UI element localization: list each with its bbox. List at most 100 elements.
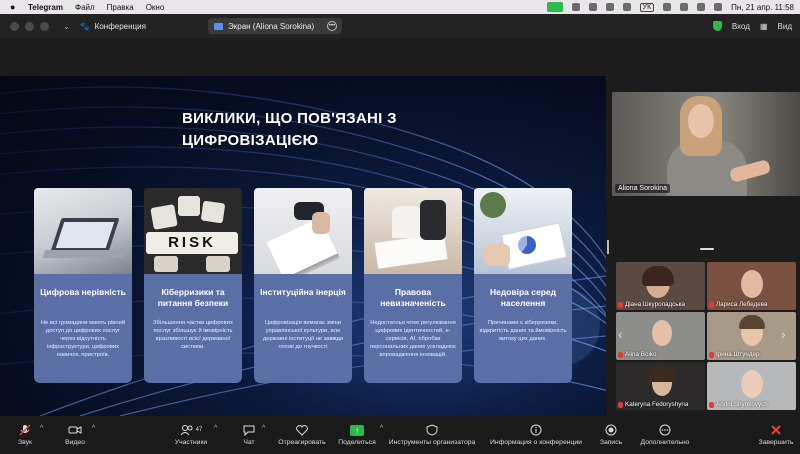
more-options-icon[interactable]: ••• [327,21,337,31]
screen-share-icon [214,22,223,30]
share-button[interactable]: ↑ Поделиться [336,416,378,454]
screen-share-indicator[interactable]: Экран (Aliona Sorokina) ••• [208,18,342,34]
siri-icon[interactable] [714,3,723,11]
challenge-card-text: Не всі громадяни мають рівний доступ до … [40,320,126,358]
shared-slide: ВИКЛИКИ, ЩО ПОВ'ЯЗАНІ З ЦИФРОВІЗАЦІЄЮ Ци… [0,76,606,416]
challenge-card-panel: Кіберризики та питання безпеки Збільшенн… [144,274,242,383]
participant-name: Ірина Штундер [709,351,760,358]
risk-dice-photo: RISK [144,188,242,274]
video-options-chevron-icon[interactable]: ^ [92,425,95,432]
status-icon[interactable] [571,3,580,11]
slide-title: ВИКЛИКИ, ЩО ПОВ'ЯЗАНІ З ЦИФРОВІЗАЦІЄЮ [182,110,397,149]
menu-edit[interactable]: Правка [107,3,134,12]
participants-options-chevron-icon[interactable]: ^ [214,425,217,432]
participant-tile[interactable]: Діана Шкуропадська [616,262,705,310]
participants-button[interactable]: 47 Участники [168,416,214,454]
audio-button[interactable]: Звук [10,416,40,454]
status-icon[interactable] [605,3,614,11]
minimize-window-button[interactable] [25,21,34,31]
meeting-info-label: Информация о конференции [490,439,582,446]
status-icon[interactable] [588,3,597,11]
participant-name: Лариса Лебедева [709,301,767,308]
participant-tile[interactable]: Лариса Лебедева [707,262,796,310]
info-icon [530,424,542,436]
challenge-card-text: Причинами є кіберризики, відкритість дан… [479,320,567,342]
window-titlebar: ⌄ 🐾 Конференция Экран (Aliona Sorokina) … [0,14,800,38]
chevron-down-icon[interactable]: ⌄ [63,22,70,31]
menubar-clock[interactable]: Пн, 21 апр. 11:58 [731,3,794,12]
wifi-icon[interactable] [663,3,672,11]
gallery-resize-handle[interactable] [700,248,714,250]
challenge-card: RISK Кіберризики та питання безпеки Збіл… [144,188,242,383]
record-icon [605,424,617,436]
panel-resize-handle[interactable] [607,240,609,254]
view-button[interactable]: Вид [778,22,792,31]
record-button[interactable]: Запись [598,416,624,454]
apple-icon[interactable]: ● [10,2,18,12]
more-button[interactable]: Дополнительно [638,416,692,454]
challenge-card-text: Збільшення частки цифрових послуг збільш… [153,320,233,350]
menu-file[interactable]: Файл [75,3,95,12]
more-icon [659,424,671,436]
close-window-button[interactable] [10,21,19,31]
react-button[interactable]: Отреагировать [276,416,328,454]
gallery-next-icon[interactable]: › [781,326,786,342]
mic-muted-icon [618,301,623,308]
documents-photo [254,188,352,274]
challenge-card-panel: Цифрова нерівність Не всі громадяни мают… [34,274,132,383]
chat-label: Чат [243,439,255,446]
react-label: Отреагировать [278,439,326,446]
close-icon [771,425,781,435]
challenge-card: Інституційна інерція Цифровізація вимага… [254,188,352,383]
meeting-toolbar: Звук ^ Видео ^ 47 Участники ^ Чат ^ Отре… [0,416,800,454]
risk-dice-lettering: RISK [146,232,238,254]
grid-view-icon[interactable]: ▦ [760,22,768,31]
active-speaker-video[interactable]: Aliona Sorokina [612,92,800,196]
conference-label: Конференция [94,21,146,31]
participant-name: Діана Шкуропадська [618,301,685,308]
menu-window[interactable]: Окно [146,3,165,12]
meeting-info-button[interactable]: Информация о конференции [488,416,584,454]
mic-muted-icon [709,401,714,408]
participant-tile[interactable]: Kateryna Fedoryshyna [616,362,705,410]
share-options-chevron-icon[interactable]: ^ [380,425,383,432]
share-arrow-icon: ↑ [350,424,364,436]
participant-tile[interactable]: Alina Boiko [616,312,705,360]
end-meeting-label: Завершить [758,439,794,446]
participant-tile[interactable]: Andrii Shynkovych [707,362,796,410]
paw-icon: 🐾 [79,21,90,31]
audio-label: Звук [18,439,32,446]
challenge-card-heading: Недовіра серед населення [489,287,557,308]
menubar-app-name[interactable]: Telegram [28,3,63,12]
control-center-icon[interactable] [680,3,689,11]
participants-label: Участники [174,439,208,446]
challenge-card-panel: Недовіра серед населення Причинами є кіб… [474,274,572,383]
chat-icon [243,425,255,436]
challenge-card-heading: Правова невизначеність [380,287,446,308]
keyboard-layout-indicator[interactable]: УК [639,2,655,12]
fullscreen-window-button[interactable] [40,21,49,31]
challenge-card: Правова невизначеність Недостатньо чітке… [364,188,462,383]
end-meeting-button[interactable]: Завершить [756,416,796,454]
shield-icon [426,424,438,436]
shield-icon[interactable] [712,21,722,31]
mic-muted-icon [709,351,714,358]
camera-icon [68,426,82,434]
record-label: Запись [599,439,623,446]
chat-button[interactable]: Чат [238,416,260,454]
chat-options-chevron-icon[interactable]: ^ [262,425,265,432]
signing-documents-photo [364,188,462,274]
video-button[interactable]: Видео [60,416,90,454]
login-button[interactable]: Вход [732,22,750,31]
conference-header[interactable]: 🐾 Конференция [80,22,146,31]
audio-options-chevron-icon[interactable]: ^ [40,425,43,432]
participants-count: 47 [195,427,203,433]
mic-muted-icon [618,351,623,358]
more-label: Дополнительно [640,439,690,446]
zoom-camera-icon[interactable] [546,2,563,12]
participant-name: Alina Boiko [618,351,657,358]
cloud-icon[interactable] [622,3,631,11]
gallery-prev-icon[interactable]: ‹ [618,326,623,342]
search-icon[interactable] [697,3,706,11]
host-tools-button[interactable]: Инструменты организатора [386,416,478,454]
